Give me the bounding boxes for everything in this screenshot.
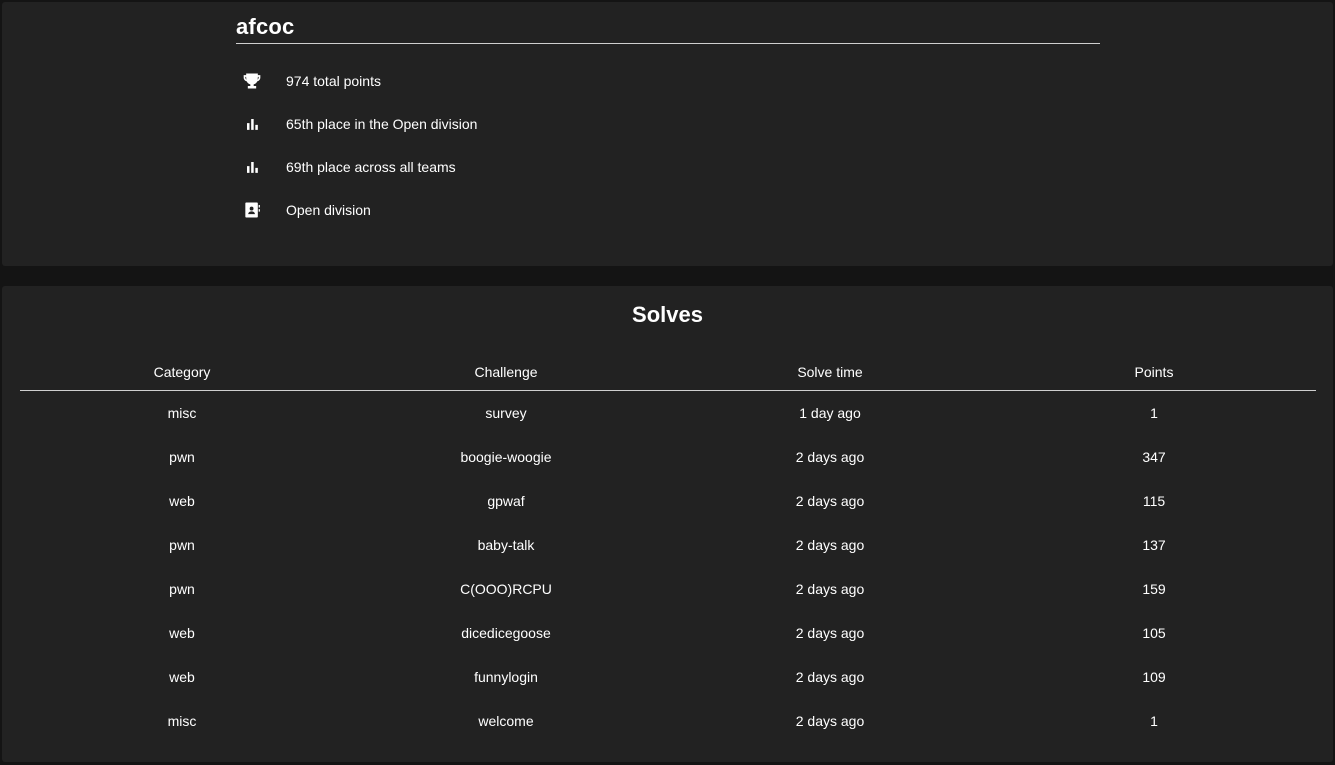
table-row: misc welcome 2 days ago 1 xyxy=(20,699,1316,743)
table-row: web dicedicegoose 2 days ago 105 xyxy=(20,611,1316,655)
cell-challenge: welcome xyxy=(478,713,534,729)
cell-challenge: baby-talk xyxy=(477,537,535,553)
cell-solve-time: 2 days ago xyxy=(795,713,865,729)
bar-chart-icon xyxy=(242,157,278,177)
stat-division-place: 65th place in the Open division xyxy=(236,112,477,136)
cell-category: misc xyxy=(167,713,197,729)
solves-table: Category Challenge Solve time Points mis… xyxy=(20,354,1316,743)
cell-challenge: C(OOO)RCPU xyxy=(460,581,552,597)
cell-challenge: gpwaf xyxy=(487,493,525,509)
cell-challenge: funnylogin xyxy=(474,669,538,685)
cell-points: 347 xyxy=(1142,449,1166,465)
table-row: pwn boogie-woogie 2 days ago 347 xyxy=(20,435,1316,479)
team-profile: afcoc 974 total points 65th place in the… xyxy=(236,2,1100,218)
overall-place-text: 69th place across all teams xyxy=(286,159,456,175)
cell-category: web xyxy=(169,625,195,641)
table-row: web gpwaf 2 days ago 115 xyxy=(20,479,1316,523)
total-points-text: 974 total points xyxy=(286,73,381,89)
cell-challenge: survey xyxy=(485,405,527,421)
cell-solve-time: 2 days ago xyxy=(795,493,865,509)
bar-chart-icon xyxy=(242,114,278,134)
cell-category: pwn xyxy=(169,581,195,597)
division-place-text: 65th place in the Open division xyxy=(286,116,478,132)
cell-solve-time: 2 days ago xyxy=(795,625,865,641)
cell-solve-time: 2 days ago xyxy=(795,537,865,553)
stat-division: Open division xyxy=(236,198,371,222)
column-header-challenge: Challenge xyxy=(344,354,668,391)
trophy-icon xyxy=(242,71,278,91)
column-header-category: Category xyxy=(20,354,344,391)
cell-category: pwn xyxy=(169,537,195,553)
cell-solve-time: 2 days ago xyxy=(795,449,865,465)
cell-category: web xyxy=(169,493,195,509)
cell-points: 109 xyxy=(1142,669,1166,685)
table-row: misc survey 1 day ago 1 xyxy=(20,391,1316,436)
table-row: pwn C(OOO)RCPU 2 days ago 159 xyxy=(20,567,1316,611)
cell-challenge: boogie-woogie xyxy=(460,449,552,465)
cell-solve-time: 2 days ago xyxy=(795,669,865,685)
division-text: Open division xyxy=(286,202,371,218)
solves-card: Solves Category Challenge Solve time Poi… xyxy=(2,286,1333,762)
column-header-points: Points xyxy=(992,354,1316,391)
cell-category: pwn xyxy=(169,449,195,465)
team-profile-card: afcoc 974 total points 65th place in the… xyxy=(2,2,1333,266)
stat-overall-place: 69th place across all teams xyxy=(236,155,456,179)
cell-points: 1 xyxy=(1150,713,1158,729)
stat-total-points: 974 total points xyxy=(236,69,381,93)
cell-challenge: dicedicegoose xyxy=(461,625,551,641)
cell-category: web xyxy=(169,669,195,685)
cell-points: 105 xyxy=(1142,625,1166,641)
table-row: web funnylogin 2 days ago 109 xyxy=(20,655,1316,699)
cell-points: 1 xyxy=(1150,405,1158,421)
team-name: afcoc xyxy=(236,2,1100,44)
cell-points: 137 xyxy=(1142,537,1166,553)
cell-solve-time: 1 day ago xyxy=(799,405,861,421)
cell-points: 159 xyxy=(1142,581,1166,597)
solves-title: Solves xyxy=(632,302,703,327)
contact-card-icon xyxy=(242,200,278,220)
column-header-solve-time: Solve time xyxy=(668,354,992,391)
cell-solve-time: 2 days ago xyxy=(795,581,865,597)
cell-category: misc xyxy=(167,405,197,421)
table-row: pwn baby-talk 2 days ago 137 xyxy=(20,523,1316,567)
solves-table-header: Category Challenge Solve time Points xyxy=(20,354,1316,391)
cell-points: 115 xyxy=(1142,493,1166,509)
